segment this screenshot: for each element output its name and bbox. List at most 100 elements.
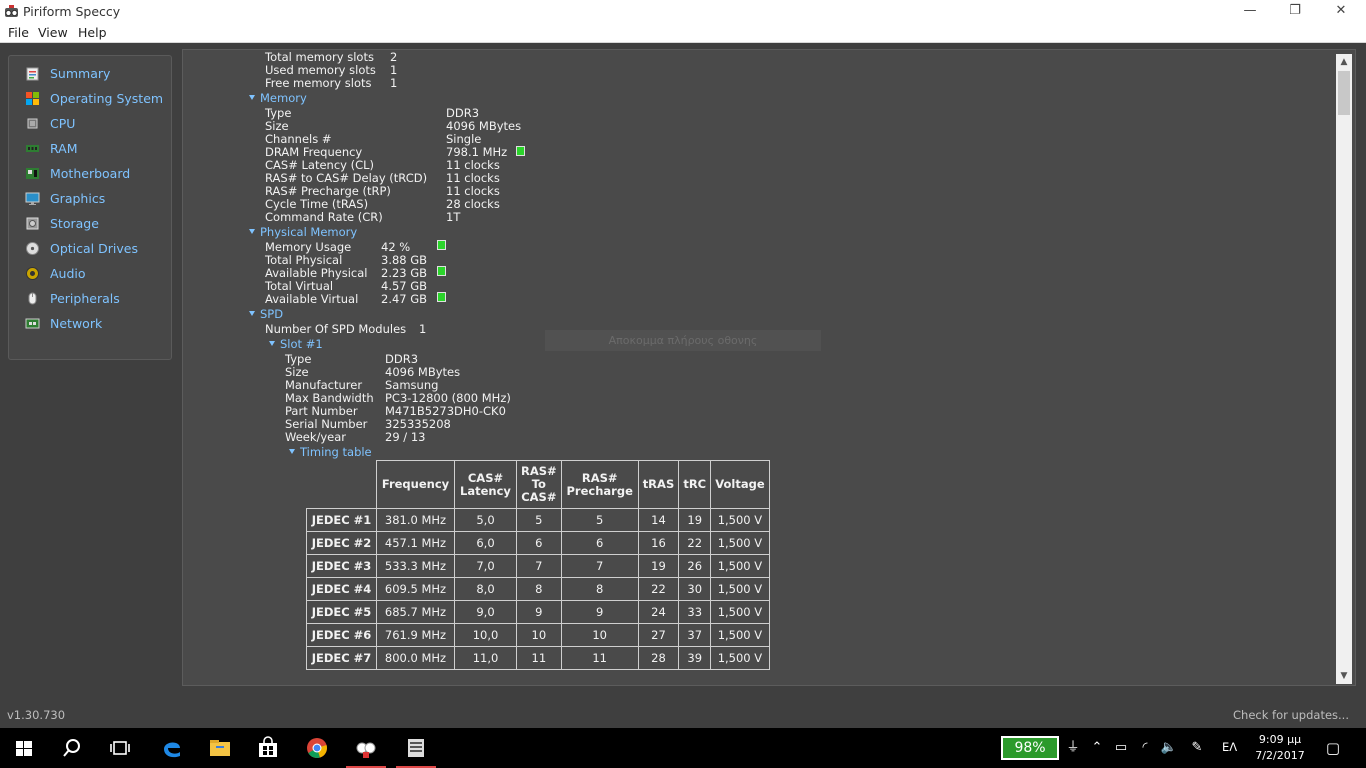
- ram-details: Total memory slots 2 Used memory slots 1…: [183, 50, 1333, 685]
- check-updates-link[interactable]: Check for updates...: [1233, 708, 1349, 722]
- clock[interactable]: 9:09 μμ 7/2/2017: [1250, 732, 1310, 764]
- table-header: RAS# To CAS#: [516, 460, 562, 509]
- table-corner: [307, 461, 377, 509]
- taskbar-speccy[interactable]: [342, 728, 390, 768]
- table-cell: 22: [678, 531, 712, 555]
- realtime-indicator-icon[interactable]: [437, 266, 446, 276]
- notification-icon[interactable]: ▢: [1324, 738, 1342, 758]
- search-button[interactable]: [48, 728, 96, 768]
- taskbar-file-explorer[interactable]: [196, 728, 244, 768]
- sidebar-item-graphics[interactable]: Graphics: [9, 188, 171, 210]
- timing-table: Frequency CAS# Latency RAS# To CAS# RAS#…: [306, 460, 770, 670]
- sidebar-item-summary[interactable]: Summary: [9, 63, 171, 85]
- taskbar-edge[interactable]: [148, 728, 196, 768]
- pen-icon[interactable]: ✎: [1188, 738, 1206, 758]
- window-title: Piriform Speccy: [23, 4, 121, 19]
- taskbar-chrome[interactable]: [293, 728, 341, 768]
- sidebar-item-operating-system[interactable]: Operating System: [9, 88, 171, 110]
- table-row: JEDEC #1 381.0 MHz 5,0 5 5 14 19 1,500 V: [306, 508, 770, 532]
- sidebar-item-label: Optical Drives: [50, 241, 138, 256]
- table-row: JEDEC #5 685.7 MHz 9,0 9 9 24 33 1,500 V: [306, 600, 770, 624]
- folder-icon: [210, 740, 230, 756]
- detail-label: Command Rate (CR): [265, 210, 383, 224]
- table-cell: 19: [678, 508, 712, 532]
- table-cell: 1,500 V: [710, 508, 770, 532]
- volume-icon[interactable]: 🔈: [1160, 738, 1178, 758]
- section-memory-toggle[interactable]: Memory: [249, 92, 307, 105]
- table-cell: 19: [637, 554, 680, 578]
- collapse-triangle-icon: [289, 449, 295, 454]
- realtime-indicator-icon[interactable]: [437, 292, 446, 302]
- detail-label: Week/year: [285, 430, 347, 444]
- menu-file[interactable]: File: [8, 25, 29, 40]
- detail-value: 29 / 13: [385, 430, 426, 444]
- battery-icon[interactable]: ▭: [1112, 738, 1130, 758]
- table-cell: 33: [678, 600, 712, 624]
- menu-help[interactable]: Help: [78, 25, 107, 40]
- table-cell: 22: [637, 577, 680, 601]
- table-header: RAS# Precharge: [560, 460, 639, 509]
- sidebar-item-network[interactable]: Network: [9, 313, 171, 335]
- sidebar-item-motherboard[interactable]: Motherboard: [9, 163, 171, 185]
- taskbar-store[interactable]: [244, 728, 292, 768]
- table-header: tRAS: [637, 460, 680, 509]
- table-cell: 14: [637, 508, 680, 532]
- start-button[interactable]: [0, 728, 48, 768]
- section-slot-1-toggle[interactable]: Slot #1: [269, 338, 323, 351]
- scroll-up-icon[interactable]: ▲: [1336, 54, 1352, 70]
- task-view-button[interactable]: [96, 728, 144, 768]
- realtime-indicator-icon[interactable]: [516, 146, 525, 156]
- sidebar-item-cpu[interactable]: CPU: [9, 113, 171, 135]
- network-icon: [25, 318, 40, 329]
- section-spd-toggle[interactable]: SPD: [249, 308, 283, 321]
- scroll-down-icon[interactable]: ▼: [1336, 668, 1352, 684]
- sidebar-item-ram[interactable]: RAM: [9, 138, 171, 160]
- language-indicator[interactable]: ΕΛ: [1222, 740, 1237, 754]
- table-cell: 1,500 V: [710, 646, 770, 670]
- chevron-up-icon[interactable]: ⌃: [1088, 738, 1106, 758]
- battery-indicator[interactable]: 98%: [1001, 736, 1059, 760]
- section-physical-memory-toggle[interactable]: Physical Memory: [249, 226, 357, 239]
- table-cell: 609.5 MHz: [376, 577, 455, 601]
- vertical-scrollbar[interactable]: ▲ ▼: [1336, 54, 1352, 684]
- clock-date: 7/2/2017: [1255, 749, 1305, 762]
- snipping-tool-overlay: Αποκομμα πλήρους οθονης: [545, 330, 821, 351]
- table-row: JEDEC #7 800.0 MHz 11,0 11 11 28 39 1,50…: [306, 646, 770, 670]
- wifi-icon[interactable]: ◜: [1136, 738, 1154, 758]
- sidebar-item-storage[interactable]: Storage: [9, 213, 171, 235]
- table-cell: 24: [637, 600, 680, 624]
- version-label: v1.30.730: [7, 708, 66, 722]
- realtime-indicator-icon[interactable]: [437, 240, 446, 250]
- table-cell: 1,500 V: [710, 531, 770, 555]
- minimize-button[interactable]: —: [1227, 0, 1273, 24]
- table-cell: 761.9 MHz: [376, 623, 455, 647]
- table-cell: 27: [637, 623, 680, 647]
- power-plug-icon[interactable]: ⏚: [1064, 738, 1082, 758]
- table-cell: 7: [560, 554, 639, 578]
- restore-button[interactable]: ❐: [1272, 0, 1318, 24]
- table-row: JEDEC #6 761.9 MHz 10,0 10 10 27 37 1,50…: [306, 623, 770, 647]
- taskbar-app[interactable]: [392, 728, 440, 768]
- table-row-header: JEDEC #5: [306, 600, 377, 624]
- sidebar-item-label: Storage: [50, 216, 99, 231]
- sidebar-item-optical-drives[interactable]: Optical Drives: [9, 238, 171, 260]
- table-cell: 10: [560, 623, 639, 647]
- sidebar-item-peripherals[interactable]: Peripherals: [9, 288, 171, 310]
- mouse-icon: [28, 292, 37, 305]
- edge-browser-icon: [164, 742, 180, 758]
- sidebar-item-label: CPU: [50, 116, 76, 131]
- table-cell: 9: [516, 600, 562, 624]
- table-cell: 457.1 MHz: [376, 531, 455, 555]
- sidebar-item-audio[interactable]: Audio: [9, 263, 171, 285]
- table-cell: 1,500 V: [710, 600, 770, 624]
- menu-view[interactable]: View: [38, 25, 68, 40]
- section-timing-table-toggle[interactable]: Timing table: [289, 446, 372, 459]
- table-cell: 10,0: [454, 623, 517, 647]
- motherboard-icon: [26, 168, 39, 179]
- section-title: Memory: [260, 91, 307, 105]
- table-cell: 11: [560, 646, 639, 670]
- scrollbar-thumb[interactable]: [1338, 71, 1350, 115]
- table-row-header: JEDEC #1: [306, 508, 377, 532]
- close-button[interactable]: ✕: [1318, 0, 1364, 24]
- collapse-triangle-icon: [269, 341, 275, 346]
